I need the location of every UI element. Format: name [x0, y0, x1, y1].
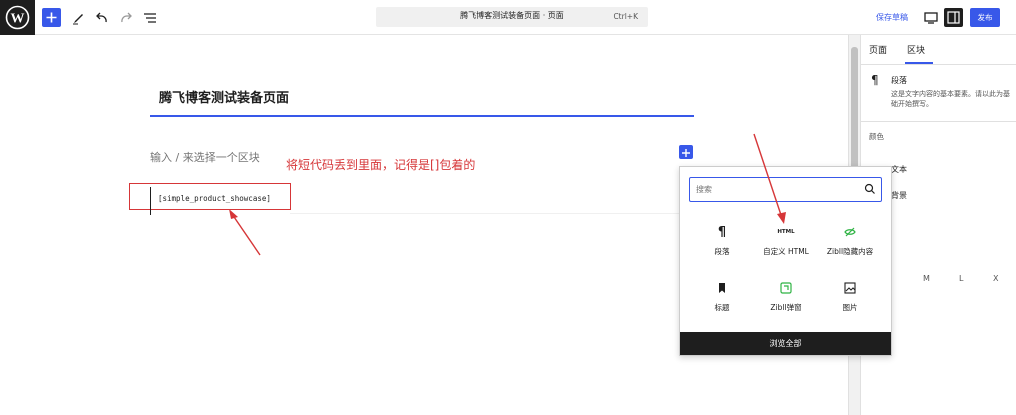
block-card-description: 这是文字内容的基本要素。请以此为基础开始撰写。 [891, 90, 1010, 108]
block-search-input[interactable] [696, 182, 856, 197]
inline-inserter-button[interactable] [679, 145, 693, 159]
command-shortcut: Ctrl+K [613, 12, 638, 21]
tab-block[interactable]: 区块 [907, 43, 925, 56]
size-option-l[interactable]: L [959, 274, 963, 283]
wordpress-icon: W [5, 5, 30, 30]
section-divider [861, 121, 1016, 122]
add-block-button[interactable] [42, 8, 61, 27]
block-option-paragraph[interactable]: ¶ 段落 [690, 222, 754, 272]
block-label: 自定义 HTML [763, 247, 809, 256]
svg-text:W: W [11, 12, 25, 27]
settings-sidebar-toggle[interactable] [944, 8, 963, 27]
plus-icon [682, 149, 690, 157]
command-palette-bar[interactable]: 腾飞博客测试装备页面 · 页面 Ctrl+K [376, 7, 648, 27]
pencil-icon[interactable] [70, 9, 88, 27]
block-option-image[interactable]: 图片 [818, 278, 882, 328]
block-card-title: 段落 [891, 76, 907, 85]
undo-icon[interactable] [93, 9, 111, 27]
page-title[interactable]: 腾飞博客测试装备页面 [159, 87, 289, 106]
block-option-zibll-popup[interactable]: Zibll弹窗 [754, 278, 818, 328]
sidebar-icon [947, 11, 960, 24]
text-caret [150, 187, 151, 215]
color-background-option[interactable]: 背景 [891, 190, 907, 201]
color-section-label[interactable]: 颜色 [869, 131, 884, 142]
block-label: 图片 [842, 303, 858, 312]
block-option-zibll-hidden[interactable]: Zibll隐藏内容 [818, 222, 882, 272]
block-label: 段落 [714, 247, 730, 256]
eye-off-icon [844, 227, 856, 237]
shortcode-block[interactable]: [simple_product_showcase] [158, 194, 271, 203]
editor-screen: W 腾飞博客测试装备页面 · 页面 Ctrl+K 保存草稿 发布 腾飞博客测试装… [0, 0, 1016, 415]
size-option-xl[interactable]: X [993, 274, 998, 283]
plus-icon [46, 12, 57, 23]
block-label: Zibll隐藏内容 [826, 247, 874, 256]
save-draft-button[interactable]: 保存草稿 [876, 12, 908, 23]
tabs-divider [861, 64, 1016, 65]
block-label: Zibll弹窗 [770, 303, 802, 312]
block-search[interactable] [689, 177, 882, 202]
preview-icon[interactable] [922, 9, 940, 27]
top-toolbar: W 腾飞博客测试装备页面 · 页面 Ctrl+K 保存草稿 发布 [0, 0, 1016, 35]
list-view-icon[interactable] [141, 9, 159, 27]
block-label: 标题 [714, 303, 730, 312]
annotation-text: 将短代码丢到里面，记得是[]包着的 [286, 158, 476, 172]
block-divider [290, 213, 690, 214]
block-option-custom-html[interactable]: HTML 自定义 HTML [754, 222, 818, 272]
document-title: 腾飞博客测试装备页面 · 页面 [460, 11, 564, 20]
html-icon: HTML [777, 229, 795, 235]
bookmark-icon [719, 283, 725, 293]
block-option-heading[interactable]: 标题 [690, 278, 754, 328]
block-inserter-popover: ¶ 段落 HTML 自定义 HTML Zibll隐藏内容 标题 [679, 166, 892, 356]
image-icon [844, 282, 856, 294]
color-text-option[interactable]: 文本 [891, 164, 907, 175]
browse-all-button[interactable]: 浏览全部 [680, 332, 891, 355]
redo-icon[interactable] [117, 9, 135, 27]
tab-page[interactable]: 页面 [869, 43, 887, 56]
paragraph-icon: ¶ [717, 224, 727, 240]
popup-icon [780, 282, 792, 294]
wordpress-logo-button[interactable]: W [0, 0, 35, 35]
paragraph-icon: ¶ [871, 73, 879, 87]
title-focus-underline [150, 115, 694, 117]
block-placeholder[interactable]: 输入 / 来选择一个区块 [150, 149, 260, 165]
publish-button[interactable]: 发布 [970, 8, 1000, 27]
search-icon [864, 183, 875, 194]
size-option-m[interactable]: M [923, 274, 930, 283]
